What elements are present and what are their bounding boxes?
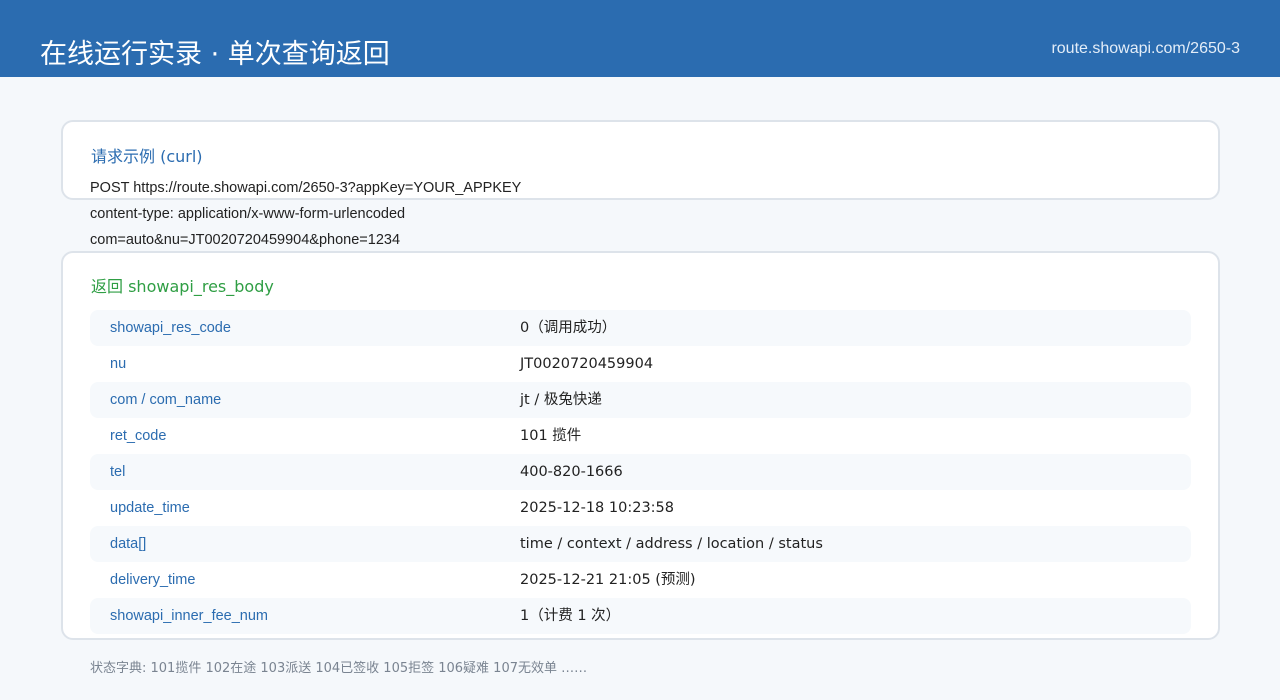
table-row: showapi_inner_fee_num 1（计费 1 次） bbox=[90, 598, 1191, 634]
response-field-table: showapi_res_code 0（调用成功） nu JT0020720459… bbox=[90, 310, 1191, 634]
table-row: data[] time / context / address / locati… bbox=[90, 526, 1191, 562]
field-key: showapi_inner_fee_num bbox=[110, 608, 268, 624]
field-key: ret_code bbox=[110, 428, 167, 444]
table-row: nu JT0020720459904 bbox=[90, 346, 1191, 382]
field-key: com / com_name bbox=[110, 392, 222, 408]
field-key: showapi_res_code bbox=[110, 320, 231, 336]
request-line-post: POST https://route.showapi.com/2650-3?ap… bbox=[90, 180, 522, 196]
table-row: update_time 2025-12-18 10:23:58 bbox=[90, 490, 1191, 526]
status-dictionary-note: 状态字典: 101揽件 102在途 103派送 104已签收 105拒签 106… bbox=[90, 661, 588, 676]
field-value: 1（计费 1 次） bbox=[520, 608, 621, 624]
field-value: 0（调用成功） bbox=[520, 320, 617, 336]
page-header: 在线运行实录 · 单次查询返回 route.showapi.com/2650-3 bbox=[0, 0, 1280, 77]
table-row: delivery_time 2025-12-21 21:05 (预测) bbox=[90, 562, 1191, 598]
api-route-url[interactable]: route.showapi.com/2650-3 bbox=[1051, 38, 1240, 60]
field-key: tel bbox=[110, 464, 126, 480]
field-value: 101 揽件 bbox=[520, 428, 582, 444]
field-value: 2025-12-21 21:05 (预测) bbox=[520, 572, 696, 588]
request-line-content-type: content-type: application/x-www-form-url… bbox=[90, 206, 406, 222]
field-key: delivery_time bbox=[110, 572, 196, 588]
field-value: JT0020720459904 bbox=[520, 356, 654, 372]
table-row: tel 400-820-1666 bbox=[90, 454, 1191, 490]
request-code-block: POST https://route.showapi.com/2650-3?ap… bbox=[90, 176, 521, 254]
table-row: ret_code 101 揽件 bbox=[90, 418, 1191, 454]
table-row: com / com_name jt / 极兔快递 bbox=[90, 382, 1191, 418]
field-key: data[] bbox=[110, 536, 147, 552]
field-value: 2025-12-18 10:23:58 bbox=[520, 500, 674, 516]
field-value: jt / 极兔快递 bbox=[520, 392, 602, 408]
field-value: time / context / address / location / st… bbox=[520, 536, 823, 552]
response-body-title: 返回 showapi_res_body bbox=[91, 277, 274, 296]
request-example-title: 请求示例 (curl) bbox=[91, 147, 203, 166]
field-key: update_time bbox=[110, 500, 190, 516]
page-title: 在线运行实录 · 单次查询返回 bbox=[40, 39, 390, 70]
field-key: nu bbox=[110, 356, 127, 372]
table-row: showapi_res_code 0（调用成功） bbox=[90, 310, 1191, 346]
field-value: 400-820-1666 bbox=[520, 464, 623, 480]
